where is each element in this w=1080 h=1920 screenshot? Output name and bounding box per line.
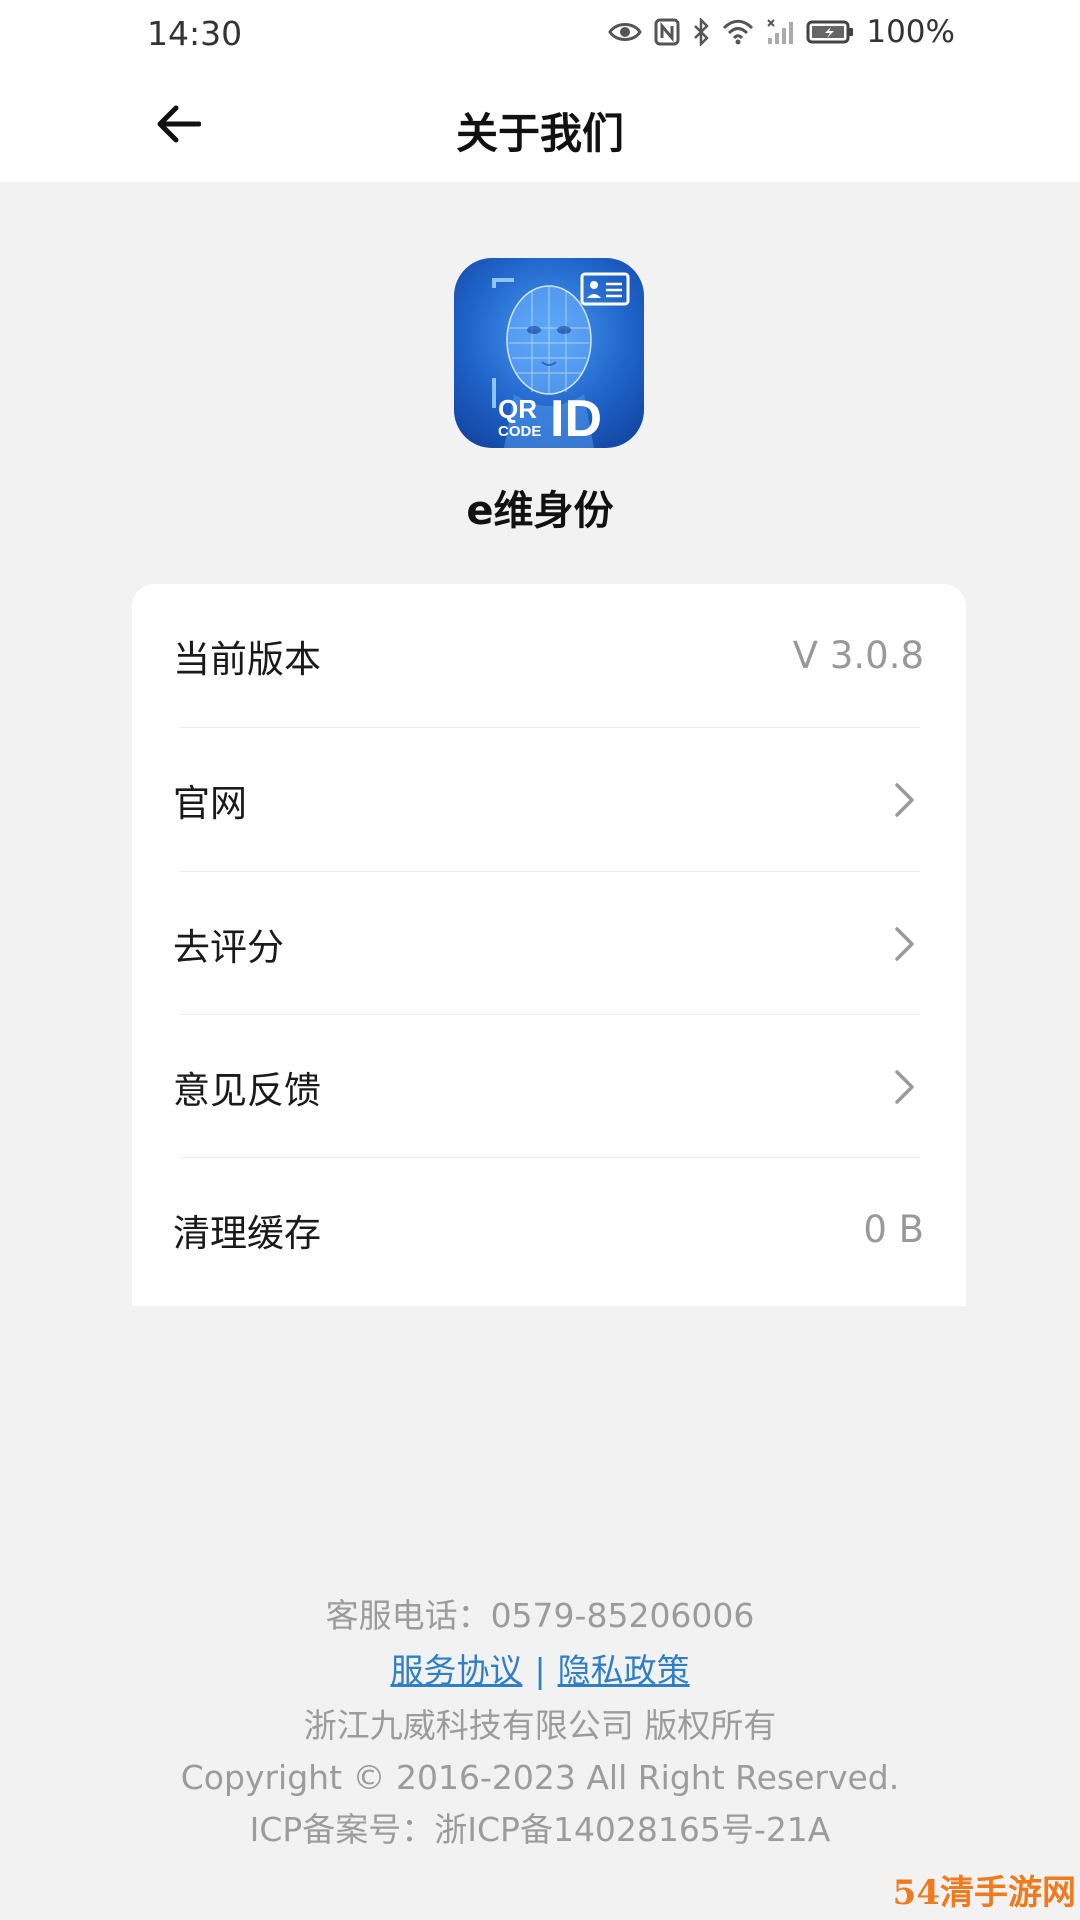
app-name: e维身份 [466, 488, 614, 534]
site-watermark: 54清手游网 [892, 1873, 1076, 1913]
row-label: 去评分 [173, 925, 284, 969]
header-bar: 关于我们 [0, 70, 1080, 182]
footer: 客服电话：0579-85206006 服务协议 | 隐私政策 浙江九威科技有限公司 … [0, 1590, 1080, 1856]
icp-record: ICP备案号：浙ICP备14028165号-21A [249, 1810, 831, 1849]
status-icons: 100% [608, 14, 955, 50]
logo-qr-text: QR [498, 394, 537, 424]
chevron-right-icon [895, 782, 914, 817]
privacy-policy-link[interactable]: 隐私政策 [558, 1651, 690, 1690]
service-agreement-link[interactable]: 服务协议 [390, 1651, 522, 1690]
app-logo: QR CODE ID [454, 258, 644, 448]
row-current-version: 当前版本 V 3.0.8 [132, 584, 966, 727]
copyright: Copyright © 2016-2023 All Right Reserved… [180, 1758, 900, 1797]
bluetooth-icon [692, 18, 710, 46]
footer-links: 服务协议 | 隐私政策 [0, 1642, 1080, 1700]
logo-id-text: ID [550, 390, 602, 448]
customer-service-phone: 客服电话：0579-85206006 [325, 1596, 755, 1635]
status-bar: 14:30 100% [0, 0, 1080, 70]
battery-icon [806, 19, 854, 45]
battery-percent: 100% [866, 14, 955, 50]
row-clear-cache[interactable]: 清理缓存 0 B [132, 1158, 966, 1301]
row-label: 清理缓存 [173, 1211, 321, 1255]
row-rate[interactable]: 去评分 [132, 872, 966, 1015]
settings-card: 当前版本 V 3.0.8 官网 去评分 意见反馈 清理缓存 0 B [132, 584, 966, 1306]
row-feedback[interactable]: 意见反馈 [132, 1015, 966, 1158]
page-title: 关于我们 [455, 109, 624, 158]
version-value: V 3.0.8 [792, 634, 924, 677]
chevron-right-icon [895, 926, 914, 961]
company-rights: 浙江九威科技有限公司 版权所有 [303, 1706, 777, 1745]
row-label: 意见反馈 [173, 1068, 321, 1112]
status-time: 14:30 [147, 14, 243, 53]
link-separator: | [534, 1651, 546, 1690]
chevron-right-icon [895, 1069, 914, 1104]
nfc-icon [654, 18, 680, 46]
wifi-icon [722, 19, 754, 45]
eye-icon [608, 20, 643, 44]
cache-size-value: 0 B [863, 1208, 924, 1251]
row-official-site[interactable]: 官网 [132, 728, 966, 871]
signal-icon [766, 18, 794, 46]
row-label: 官网 [173, 781, 247, 825]
row-label: 当前版本 [173, 637, 321, 681]
logo-code-text: CODE [498, 423, 541, 440]
